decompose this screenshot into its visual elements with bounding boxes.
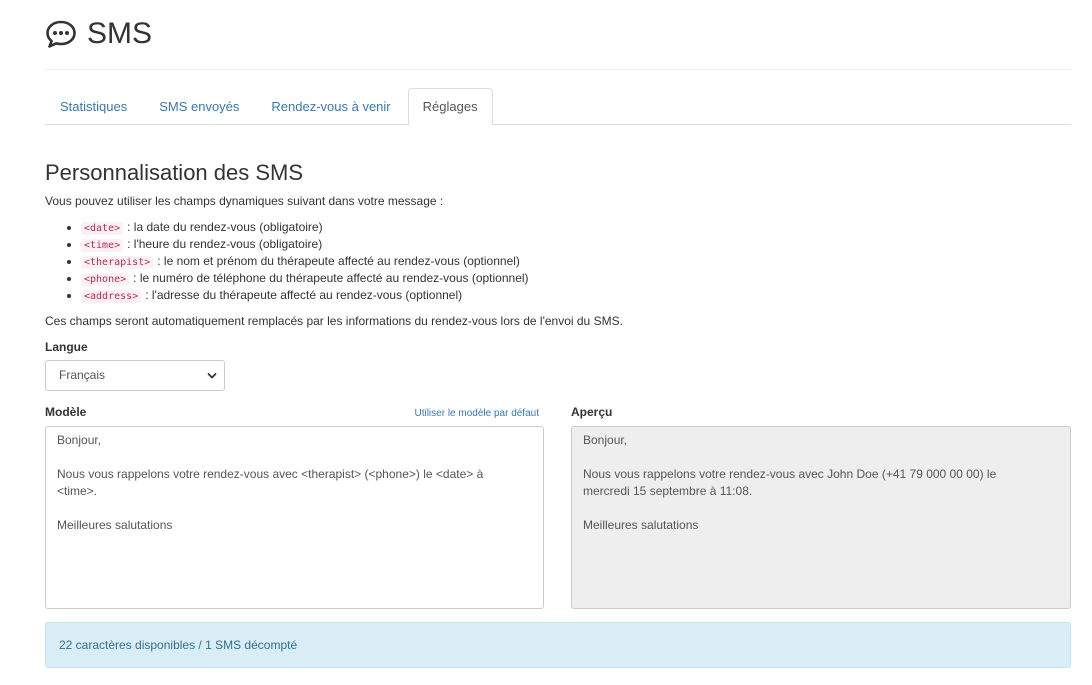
tab-rendez-vous-a-venir[interactable]: Rendez-vous à venir bbox=[256, 88, 405, 124]
template-textarea[interactable]: Bonjour, Nous vous rappelons votre rende… bbox=[45, 426, 544, 609]
tab-statistiques[interactable]: Statistiques bbox=[45, 88, 142, 124]
chevron-down-icon bbox=[207, 373, 217, 379]
chat-bubble-icon bbox=[46, 20, 76, 48]
language-select-value: Français bbox=[59, 368, 106, 382]
preview-label: Aperçu bbox=[571, 405, 613, 419]
use-default-template-link[interactable]: Utiliser le modèle par défaut bbox=[414, 408, 539, 419]
list-item: <time>: l'heure du rendez-vous (obligato… bbox=[67, 236, 529, 253]
field-description: : la date du rendez-vous (obligatoire) bbox=[127, 220, 323, 234]
intro-text: Vous pouvez utiliser les champs dynamiqu… bbox=[45, 194, 444, 208]
field-description: : l'heure du rendez-vous (obligatoire) bbox=[127, 237, 323, 251]
field-description: : l'adresse du thérapeute affecté au ren… bbox=[145, 288, 463, 302]
character-count-alert: 22 caractères disponibles / 1 SMS décomp… bbox=[45, 622, 1071, 668]
character-count-text: 22 caractères disponibles / 1 SMS décomp… bbox=[59, 638, 298, 652]
list-item: <address>: l'adresse du thérapeute affec… bbox=[67, 287, 529, 304]
field-code: <time> bbox=[81, 239, 124, 252]
tab-bar: Statistiques SMS envoyés Rendez-vous à v… bbox=[45, 88, 1071, 125]
dynamic-fields-list: <date>: la date du rendez-vous (obligato… bbox=[45, 219, 529, 304]
field-code: <address> bbox=[81, 290, 142, 303]
language-select[interactable]: Français bbox=[45, 360, 225, 391]
tab-sms-envoyes[interactable]: SMS envoyés bbox=[144, 88, 254, 124]
field-code: <therapist> bbox=[81, 256, 154, 269]
page: SMS Statistiques SMS envoyés Rendez-vous… bbox=[0, 0, 1092, 685]
field-description: : le nom et prénom du thérapeute affecté… bbox=[157, 254, 520, 268]
field-code: <phone> bbox=[81, 273, 130, 286]
list-item: <therapist>: le nom et prénom du thérape… bbox=[67, 253, 529, 270]
preview-textarea: Bonjour, Nous vous rappelons votre rende… bbox=[571, 426, 1071, 609]
list-item: <date>: la date du rendez-vous (obligato… bbox=[67, 219, 529, 236]
page-header: SMS bbox=[45, 14, 152, 54]
template-label: Modèle bbox=[45, 405, 87, 419]
section-title: Personnalisation des SMS bbox=[45, 160, 304, 185]
language-label: Langue bbox=[45, 340, 88, 354]
page-title: SMS bbox=[87, 17, 153, 50]
field-description: : le numéro de téléphone du thérapeute a… bbox=[133, 271, 529, 285]
tab-reglages[interactable]: Réglages bbox=[407, 88, 493, 125]
list-item: <phone>: le numéro de téléphone du théra… bbox=[67, 270, 529, 287]
outro-text: Ces champs seront automatiquement rempla… bbox=[45, 314, 623, 328]
field-code: <date> bbox=[81, 222, 124, 235]
header-divider bbox=[45, 69, 1071, 70]
